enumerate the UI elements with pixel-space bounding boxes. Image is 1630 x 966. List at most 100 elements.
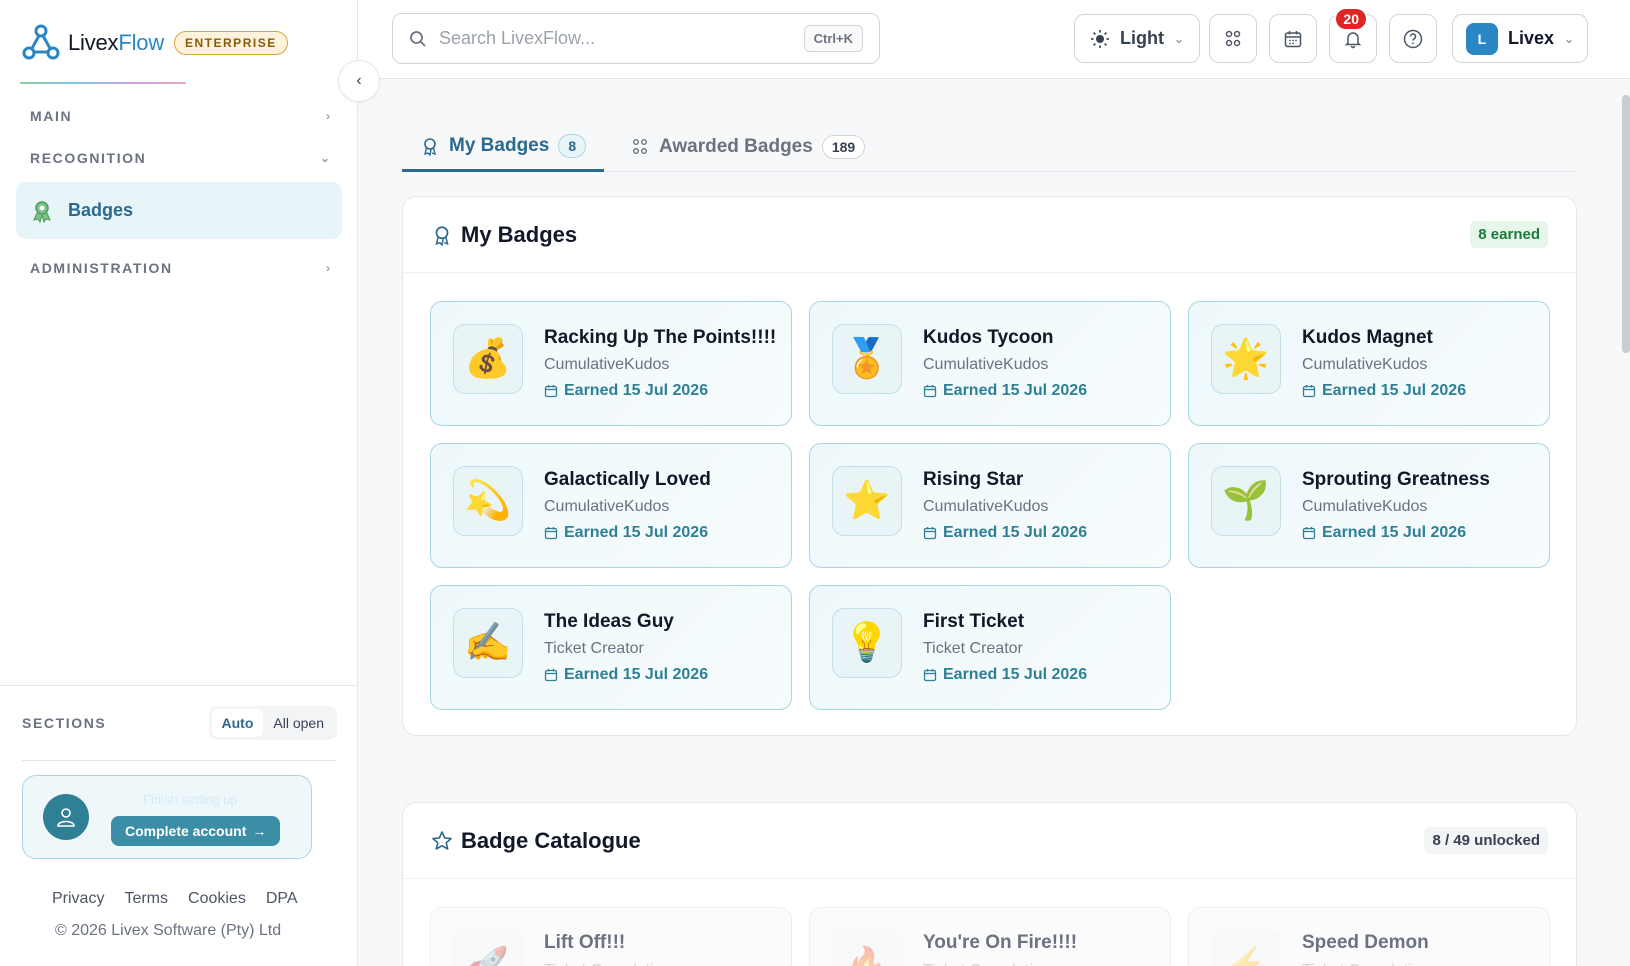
catalogue-card[interactable]: 🔥 You're On Fire!!!! Ticket Completion: [809, 907, 1171, 966]
badge-earned-date: Earned 15 Jul 2026: [544, 382, 708, 400]
bell-icon: [1344, 31, 1362, 48]
badge-name: Kudos Tycoon: [923, 327, 1054, 348]
badge-category: Ticket Completion: [923, 962, 1050, 966]
badge-emoji-icon: 🚀: [453, 930, 523, 966]
unlocked-count-badge: 8 / 49 unlocked: [1424, 827, 1548, 854]
theme-selector[interactable]: Light ⌄: [1074, 14, 1200, 63]
help-icon: [1403, 29, 1423, 48]
scrollbar[interactable]: [1622, 95, 1630, 353]
badge-card[interactable]: ⭐ Rising Star CumulativeKudos Earned 15 Jul…: [809, 443, 1171, 568]
help-button[interactable]: [1389, 14, 1437, 63]
search-input[interactable]: Search LivexFlow... Ctrl+K: [392, 13, 880, 64]
footer-link-privacy[interactable]: Privacy: [52, 890, 104, 908]
chevron-down-icon: ⌄: [1563, 31, 1575, 46]
badge-name: Rising Star: [923, 469, 1024, 490]
edition-badge: ENTERPRISE: [174, 31, 288, 55]
copyright: © 2026 Livex Software (Pty) Ltd: [55, 922, 282, 939]
footer-link-cookies[interactable]: Cookies: [188, 890, 246, 908]
badge-card[interactable]: 💡 First Ticket Ticket Creator Earned 15 Jul…: [809, 585, 1171, 710]
tab-count: 8: [558, 133, 587, 158]
search-shortcut: Ctrl+K: [803, 25, 863, 52]
user-menu[interactable]: L Livex ⌄: [1452, 14, 1588, 63]
calendar-icon: [923, 527, 937, 540]
badge-card[interactable]: 💫 Galactically Loved CumulativeKudos Earned…: [430, 443, 792, 568]
badge-emoji-icon: 💡: [832, 608, 902, 678]
award-icon: [435, 225, 449, 246]
calendar-icon: [1302, 385, 1316, 398]
collapse-sidebar-button[interactable]: ‹: [338, 60, 380, 102]
badge-emoji-icon: 💫: [453, 466, 523, 536]
search-placeholder: Search LivexFlow...: [439, 28, 596, 48]
badge-card[interactable]: 🌟 Kudos Magnet CumulativeKudos Earned 15 Ju…: [1188, 301, 1550, 426]
badge-earned-text: Earned 15 Jul 2026: [1322, 524, 1467, 541]
sidebar-item-badges[interactable]: Badges: [16, 182, 342, 239]
badge-emoji-icon: ⚡: [1211, 930, 1281, 966]
panel-title: Badge Catalogue: [431, 828, 641, 854]
badge-emoji-icon: 💰: [453, 324, 523, 394]
tab-awarded-badges[interactable]: Awarded Badges 189: [630, 122, 866, 171]
search-icon: [410, 30, 426, 47]
notifications-button[interactable]: 20: [1329, 7, 1377, 63]
nav-section-administration[interactable]: ADMINISTRATION ›: [30, 260, 330, 276]
badge-name: Racking Up The Points!!!!: [544, 327, 777, 348]
sections-mode-toggle: Auto All open: [208, 706, 337, 740]
account-setup-text: Finish setting up: [143, 792, 238, 807]
badge-icon: [33, 200, 51, 223]
tab-my-badges[interactable]: My Badges 8: [402, 122, 605, 172]
badge-emoji-icon: 🔥: [832, 930, 902, 966]
calendar-icon: [544, 527, 558, 540]
badge-category: Ticket Creator: [544, 640, 644, 657]
badge-name: First Ticket: [923, 611, 1025, 632]
catalogue-card[interactable]: ⚡ Speed Demon Ticket Completion: [1188, 907, 1550, 966]
badge-card[interactable]: 🏅 Kudos Tycoon CumulativeKudos Earned 15 Ju…: [809, 301, 1171, 426]
badge-emoji-icon: 🌟: [1211, 324, 1281, 394]
chevron-down-icon: ⌄: [319, 151, 330, 165]
earned-count-badge: 8 earned: [1470, 221, 1548, 248]
award-icon: [424, 137, 436, 156]
badge-earned-date: Earned 15 Jul 2026: [923, 382, 1087, 400]
nav-section-main[interactable]: MAIN ›: [30, 108, 330, 124]
team-button[interactable]: [1209, 14, 1257, 63]
logo[interactable]: LivexFlow ENTERPRISE: [20, 22, 288, 64]
nav-section-recognition[interactable]: RECOGNITION ⌄: [30, 150, 330, 166]
catalogue-card[interactable]: 🚀 Lift Off!!! Ticket Completion: [430, 907, 792, 966]
badge-earned-date: Earned 15 Jul 2026: [923, 666, 1087, 684]
badge-earned-text: Earned 15 Jul 2026: [943, 666, 1088, 683]
badge-card[interactable]: 💰 Racking Up The Points!!!! CumulativeKudo…: [430, 301, 792, 426]
badge-catalogue-panel: Badge Catalogue 8 / 49 unlocked 🚀 Lift Of…: [402, 802, 1577, 966]
user-icon: [43, 794, 89, 840]
footer-link-dpa[interactable]: DPA: [266, 890, 298, 908]
badge-tabs: My Badges 8 Awarded Badges 189: [402, 122, 1577, 172]
badge-emoji-icon: ⭐: [832, 466, 902, 536]
calendar-button[interactable]: [1269, 14, 1317, 63]
badge-earned-date: Earned 15 Jul 2026: [1302, 524, 1466, 542]
panel-title-text: Badge Catalogue: [461, 827, 641, 853]
arrow-right-icon: →: [252, 823, 267, 839]
tab-label: My Badges: [449, 134, 550, 156]
chevron-down-icon: ⌄: [1173, 31, 1185, 46]
badge-name: Speed Demon: [1302, 932, 1429, 953]
badge-emoji-icon: 🏅: [832, 324, 902, 394]
badge-emoji-icon: ✍️: [453, 608, 523, 678]
badge-earned-date: Earned 15 Jul 2026: [544, 666, 708, 684]
team-icon: [1225, 30, 1241, 46]
footer-link-terms[interactable]: Terms: [124, 890, 168, 908]
chevron-right-icon: ›: [326, 109, 330, 123]
sections-mode-all-open[interactable]: All open: [263, 709, 334, 737]
tab-count: 189: [821, 134, 866, 159]
complete-account-button[interactable]: Complete account →: [111, 816, 281, 846]
badge-card[interactable]: ✍️ The Ideas Guy Ticket Creator Earned 15 J…: [430, 585, 792, 710]
brand-underline: [20, 82, 186, 84]
badge-emoji-icon: 🌱: [1211, 466, 1281, 536]
sections-label: SECTIONS: [22, 715, 107, 731]
my-badges-panel: My Badges 8 earned 💰 Racking Up The Point…: [402, 196, 1577, 736]
badge-card[interactable]: 🌱 Sprouting Greatness CumulativeKudos Earne…: [1188, 443, 1550, 568]
badge-earned-text: Earned 15 Jul 2026: [564, 524, 709, 541]
user-name: Livex: [1507, 28, 1554, 48]
sidebar: LivexFlow ENTERPRISE MAIN › RECOGNITION …: [0, 0, 358, 966]
badge-category: CumulativeKudos: [1302, 356, 1428, 373]
sun-icon: [1090, 29, 1109, 48]
sections-mode-auto[interactable]: Auto: [211, 709, 264, 737]
footer-links: Privacy Terms Cookies DPA: [52, 890, 298, 908]
badge-category: CumulativeKudos: [923, 498, 1049, 515]
